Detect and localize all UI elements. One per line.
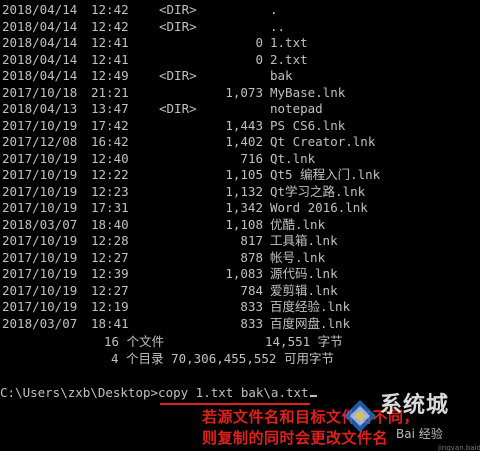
listing-size: 1,443 (225, 117, 263, 133)
listing-dir-tag: <DIR> (159, 101, 197, 116)
listing-time: 21:21 (91, 84, 129, 100)
listing-name: Qt.lnk (270, 150, 316, 166)
listing-size: 1,402 (225, 134, 263, 149)
listing-date: 2017/10/19 (2, 233, 78, 248)
listing-time: 12:39 (91, 266, 129, 281)
listing-name: notepad (270, 101, 323, 116)
listing-time: 12:27 (91, 282, 129, 298)
watermark: 系统城 Bai 经验 jingyan.baidu.com (340, 393, 480, 451)
listing-size: 817 (240, 233, 263, 248)
listing-date: 2018/03/07 (2, 216, 78, 232)
listing-date: 2018/04/14 (2, 68, 78, 83)
listing-time: 12:23 (91, 183, 129, 199)
listing-dir-tag: <DIR> (159, 2, 197, 17)
listing-date: 2018/04/14 (2, 51, 78, 67)
listing-name: Qt Creator.lnk (270, 134, 376, 149)
watermark-logo-icon (344, 400, 376, 432)
listing-name: 优酷.lnk (270, 216, 326, 232)
text-cursor (309, 395, 317, 397)
listing-time: 12:22 (91, 167, 129, 182)
listing-name: 百度经验.lnk (270, 299, 351, 314)
summary-files-bytes: 14,551 字节 (265, 334, 343, 349)
listing-name: 百度网盘.lnk (270, 315, 351, 331)
listing-name: . (270, 2, 278, 17)
listing-dir-tag: <DIR> (159, 18, 197, 34)
listing-name: PS CS6.lnk (270, 117, 346, 133)
listing-name: 源代码.lnk (270, 266, 338, 281)
listing-date: 2018/04/13 (2, 101, 78, 116)
listing-time: 12:42 (91, 18, 129, 34)
listing-name: 2.txt (270, 51, 308, 67)
summary-dirs-text: 4 个目录 70,306,455,552 可用字节 (111, 350, 334, 366)
command-line[interactable]: C:\Users\zxb\Desktop>copy 1.txt bak\a.tx… (0, 385, 317, 402)
listing-size: 716 (240, 150, 263, 166)
listing-time: 17:31 (91, 200, 129, 215)
listing-date: 2017/10/19 (2, 299, 78, 314)
listing-date: 2018/04/14 (2, 35, 78, 50)
listing-time: 13:47 (91, 101, 129, 116)
listing-size: 1,083 (225, 266, 263, 281)
listing-size: 784 (240, 282, 263, 298)
listing-size: 1,108 (225, 216, 263, 232)
listing-time: 17:42 (91, 117, 129, 133)
watermark-brand: 系统城 (380, 393, 450, 418)
watermark-url: jingyan.baidu.com (438, 444, 480, 451)
listing-time: 12:42 (91, 2, 129, 17)
listing-date: 2017/10/19 (2, 183, 78, 199)
listing-date: 2017/12/08 (2, 134, 78, 149)
listing-size: 1,342 (225, 200, 263, 215)
command-underline (160, 403, 310, 405)
listing-time: 12:49 (91, 68, 129, 83)
listing-name: bak (270, 68, 293, 83)
listing-time: 12:19 (91, 299, 129, 314)
listing-date: 2017/10/18 (2, 84, 78, 100)
listing-date: 2017/10/19 (2, 249, 78, 265)
listing-name: Qt学习之路.lnk (270, 183, 366, 199)
watermark-sub: Bai 经验 (396, 427, 443, 441)
prompt-path: C:\Users\zxb\Desktop> (0, 385, 159, 400)
listing-size: 878 (240, 249, 263, 265)
summary-files-count: 16 个文件 (104, 334, 165, 349)
listing-name: 工具箱.lnk (270, 233, 338, 248)
listing-date: 2018/04/14 (2, 2, 78, 17)
summary-dirs-row: 4 个目录 70,306,455,552 可用字节 (0, 351, 334, 368)
listing-date: 2017/10/19 (2, 167, 78, 182)
listing-time: 18:40 (91, 216, 129, 232)
listing-date: 2017/10/19 (2, 200, 78, 215)
listing-time: 12:27 (91, 249, 129, 265)
listing-date: 2017/10/19 (2, 266, 78, 281)
listing-name: Qt5 编程入门.lnk (270, 167, 381, 182)
listing-time: 12:28 (91, 233, 129, 248)
listing-time: 12:41 (91, 51, 129, 67)
listing-time: 12:41 (91, 35, 129, 50)
listing-dir-tag: <DIR> (159, 68, 197, 83)
listing-date: 2017/10/19 (2, 150, 78, 166)
listing-date: 2017/10/19 (2, 117, 78, 133)
listing-date: 2018/03/07 (2, 315, 78, 331)
listing-size: 1,132 (225, 183, 263, 199)
listing-size: 0 (255, 51, 263, 67)
listing-date: 2017/10/19 (2, 282, 78, 298)
listing-size: 1,073 (225, 84, 263, 100)
listing-size: 0 (255, 35, 263, 50)
command-prompt-window[interactable]: 2018/04/14 12:42 <DIR>. 2018/04/14 12:42 <DIR… (0, 0, 480, 451)
listing-size: 833 (240, 299, 263, 314)
listing-name: 爱剪辑.lnk (270, 282, 338, 298)
listing-name: 帐号.lnk (270, 249, 326, 265)
listing-name: 1.txt (270, 35, 308, 50)
listing-name: .. (270, 18, 286, 34)
listing-size: 1,105 (225, 167, 263, 182)
listing-name: Word 2016.lnk (270, 200, 368, 215)
listing-time: 16:42 (91, 134, 129, 149)
listing-time: 12:40 (91, 150, 129, 166)
listing-size: 833 (240, 315, 263, 331)
listing-time: 18:41 (91, 315, 129, 331)
listing-date: 2018/04/14 (2, 18, 78, 34)
listing-name: MyBase.lnk (270, 84, 346, 100)
summary-files-row: 16 个文件 14,551 字节 (0, 334, 343, 351)
command-text[interactable]: copy 1.txt bak\a.txt (158, 385, 309, 400)
